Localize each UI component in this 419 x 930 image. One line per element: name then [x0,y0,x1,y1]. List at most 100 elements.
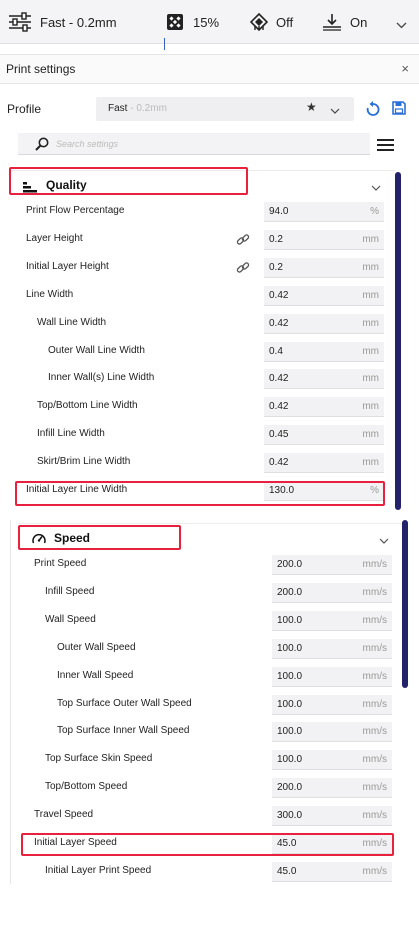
setting-unit: mm/s [362,782,387,794]
setting-input-infill-line-width[interactable]: 0.45 mm [264,425,384,446]
setting-input-skirt-brim-line-width[interactable]: 0.42 mm [264,453,384,474]
setting-value: 200.0 [277,586,303,598]
setting-label: Wall Speed [45,613,96,625]
profile-variant: - 0.2mm [127,103,167,114]
setting-input-line-width[interactable]: 0.42 mm [264,285,384,306]
setting-value: 0.4 [269,345,283,357]
setting-input-print-speed[interactable]: 200.0 mm/s [272,555,392,575]
adhesion-icon [322,13,342,31]
setting-input-initial-layer-height[interactable]: 0.2 mm [264,257,384,278]
setting-unit: mm [362,429,379,441]
setting-row-top-surface-skin-speed: Top Surface Skin Speed 100.0 mm/s [18,748,403,772]
chevron-down-icon[interactable] [379,532,389,550]
viewport-guide-line [164,38,165,50]
hamburger-menu-icon[interactable] [377,139,394,152]
setting-label: Top Surface Inner Wall Speed [57,725,190,737]
setting-row-top-bottom-line-width: Top/Bottom Line Width 0.42 mm [10,395,395,419]
setting-input-top-bottom-speed[interactable]: 200.0 mm/s [272,778,392,799]
chevron-down-icon[interactable] [330,102,340,120]
setting-unit: mm/s [362,726,387,738]
setting-row-outer-wall-speed: Outer Wall Speed 100.0 mm/s [18,637,403,661]
adhesion-selector[interactable]: On [322,0,367,44]
setting-label: Line Width [26,288,74,300]
star-icon[interactable]: ★ [306,100,317,114]
setting-row-wall-speed: Wall Speed 100.0 mm/s [18,609,403,633]
setting-input-print-flow-percentage[interactable]: 94.0% [264,202,384,222]
profile-dropdown-value: Fast - 0.2mm [108,103,167,114]
setting-row-top-surface-outer-wall-speed: Top Surface Outer Wall Speed 100.0 mm/s [18,693,403,717]
profile-selector-label: Fast - 0.2mm [40,14,117,30]
setting-input-wall-line-width[interactable]: 0.42 mm [264,313,384,334]
setting-row-line-width: Line Width 0.42 mm [10,284,395,308]
setting-input-inner-wall-speed[interactable]: 100.0 mm/s [272,666,392,687]
quality-scrollbar[interactable] [395,172,401,510]
search-input[interactable] [56,135,356,153]
infill-selector[interactable]: 15% [166,0,219,44]
setting-input-initial-layer-print-speed[interactable]: 45.0 mm/s [272,861,392,882]
setting-label: Wall Line Width [37,316,107,328]
profile-selector[interactable]: Fast - 0.2mm [8,0,158,44]
setting-row-top-surface-inner-wall-speed: Top Surface Inner Wall Speed 100.0 mm/s [18,720,403,744]
speed-scrollbar[interactable] [402,520,408,688]
setting-row-outer-wall-line-width: Outer Wall Line Width 0.4 mm [10,340,395,364]
infill-value: 15% [193,14,220,30]
setting-input-travel-speed[interactable]: 300.0 mm/s [272,806,392,827]
support-value: Off [276,14,294,30]
setting-label: Infill Speed [45,585,95,597]
setting-unit: mm [362,457,379,469]
chevron-down-icon[interactable] [371,179,381,197]
setting-row-inner-wall-speed: Inner Wall Speed 100.0 mm/s [18,665,403,689]
setting-value: 200.0 [277,559,303,570]
setting-input-infill-speed[interactable]: 200.0 mm/s [272,582,392,603]
quality-title-highlight [9,167,248,195]
support-selector[interactable]: Off [250,0,293,44]
profile-name: Fast [108,103,128,114]
setting-value: 100.0 [277,670,303,682]
setting-label: Skirt/Brim Line Width [37,456,131,468]
setting-input-top-surface-outer-wall-speed[interactable]: 100.0 mm/s [272,694,392,715]
setting-row-wall-line-width: Wall Line Width 0.42 mm [10,312,395,336]
setting-input-wall-speed[interactable]: 100.0 mm/s [272,610,392,631]
setting-label: Outer Wall Line Width [48,344,145,356]
setting-label: Top/Bottom Line Width [37,400,138,412]
setting-unit: % [370,206,379,217]
setting-value: 45.0 [277,865,297,877]
setting-input-outer-wall-speed[interactable]: 100.0 mm/s [272,638,392,659]
support-icon [250,13,268,31]
setting-label: Layer Height [26,232,83,244]
setting-input-top-bottom-line-width[interactable]: 0.42 mm [264,397,384,418]
setting-unit: mm/s [362,865,387,877]
close-icon[interactable]: × [401,61,409,76]
link-icon[interactable] [236,233,250,252]
setting-value: 0.45 [269,429,289,441]
setting-input-inner-wall-s-line-width[interactable]: 0.42 mm [264,369,384,390]
setting-unit: mm/s [362,810,387,822]
reset-icon[interactable] [366,101,380,122]
setting-unit: mm [362,401,379,413]
setting-input-outer-wall-line-width[interactable]: 0.4 mm [264,341,384,362]
setting-row-initial-layer-print-speed: Initial Layer Print Speed 45.0 mm/s [18,860,403,884]
setting-row-initial-layer-height: Initial Layer Height 0.2 mm [10,256,395,280]
save-icon[interactable] [392,101,406,120]
adhesion-value: On [350,14,368,30]
link-icon[interactable] [236,261,250,280]
setting-label: Print Flow Percentage [26,205,125,216]
setting-input-top-surface-skin-speed[interactable]: 100.0 mm/s [272,750,392,771]
setting-value: 0.2 [269,261,283,273]
setting-unit: mm/s [362,586,387,598]
setting-input-layer-height[interactable]: 0.2 mm [264,229,384,250]
setting-unit: mm/s [362,670,387,682]
setting-label: Infill Line Width [37,428,105,440]
setting-value: 300.0 [277,810,303,822]
profile-label: Profile [7,102,42,116]
setting-value: 200.0 [277,782,303,794]
setting-value: 100.0 [277,614,303,626]
panel-edge-line [10,520,11,884]
setting-input-top-surface-inner-wall-speed[interactable]: 100.0 mm/s [272,722,392,743]
setting-row-travel-speed: Travel Speed 300.0 mm/s [18,804,403,828]
setting-value: 0.42 [269,401,289,413]
topbar-chevron-down-icon[interactable] [396,16,407,34]
profile-dropdown[interactable]: Fast - 0.2mm ★ [96,97,354,121]
setting-label: Outer Wall Speed [57,641,136,653]
setting-unit: mm/s [362,698,387,710]
